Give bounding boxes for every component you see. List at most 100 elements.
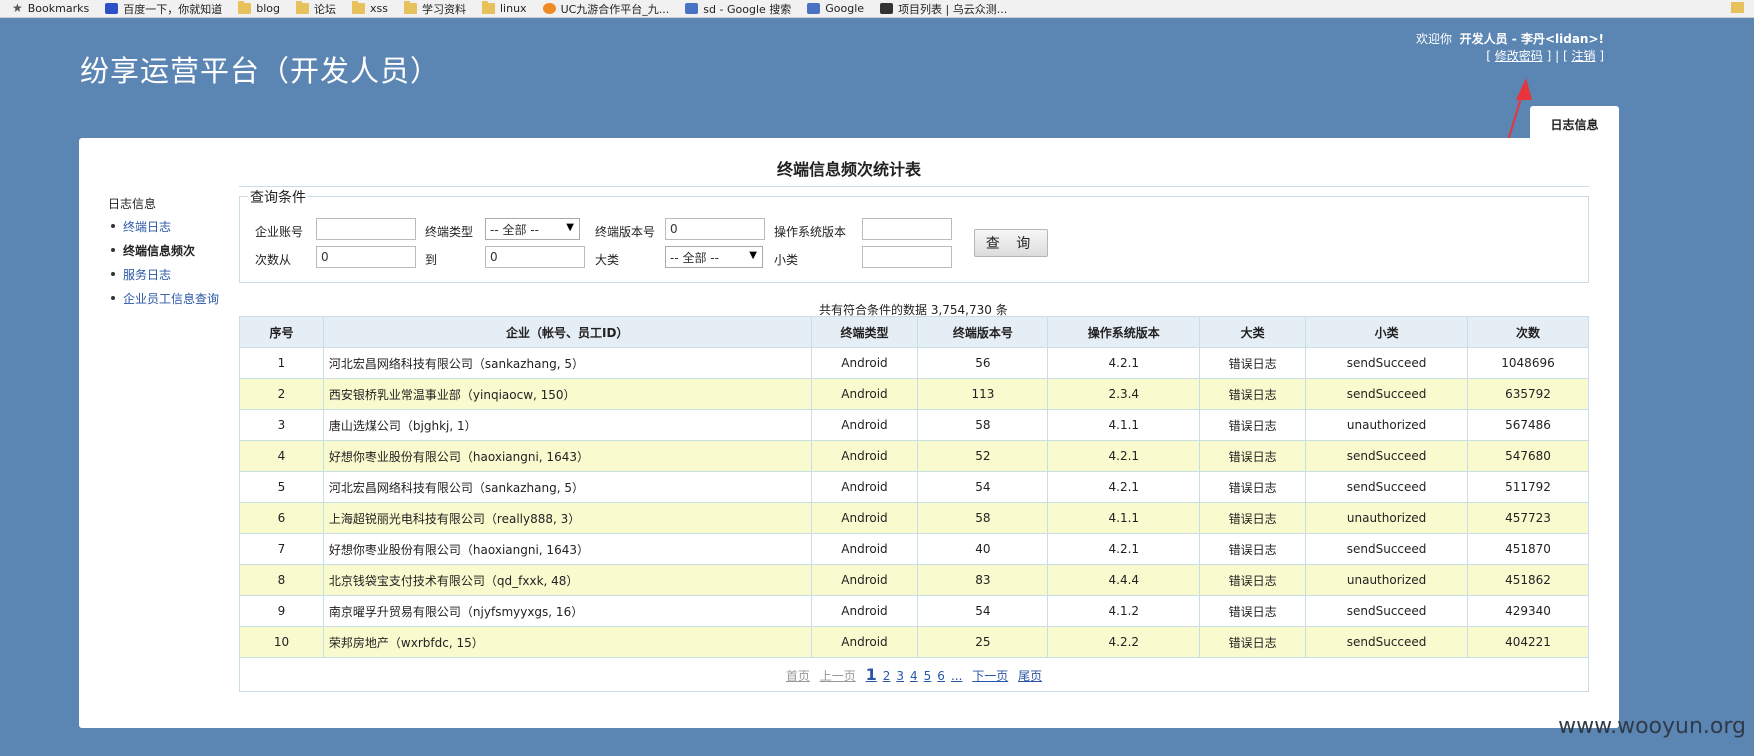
pager-page-link[interactable]: 6 [937,669,945,683]
cell-os-version: 4.1.1 [1047,409,1201,441]
os-version-input[interactable] [862,218,952,240]
sidebar-item-employee-query[interactable]: 企业员工信息查询 [108,290,219,307]
cell-count: 457723 [1467,502,1589,534]
col-header-terminal-version: 终端版本号 [917,316,1049,348]
count-from-input[interactable] [316,246,416,268]
cell-index: 6 [239,502,324,534]
cell-subcategory: sendSucceed [1305,471,1469,503]
table-row: 4 好想你枣业股份有限公司（haoxiangni, 1643） Android 52 4… [239,440,1589,472]
company-label: 企业账号 [255,225,304,239]
bookmark-label: UC九游合作平台_九... [560,2,670,16]
bookmark-label: Bookmarks [27,2,90,15]
dropdown-caret-icon: ▼ [566,222,574,233]
table-row: 5 河北宏昌网络科技有限公司（sankazhang, 5） Android 54 4.2… [239,471,1589,503]
cell-category: 错误日志 [1199,595,1307,627]
cell-terminal-version: 113 [917,378,1049,410]
page-title: 终端信息频次统计表 [776,160,921,179]
bookmark-bookmarks[interactable]: ★ Bookmarks [12,2,89,15]
bookmark-google[interactable]: Google [807,2,864,15]
baidu-icon [105,3,119,14]
bookmark-label: 论坛 [314,2,336,16]
bookmark-label: 学习资料 [421,2,466,16]
bookmark-linux[interactable]: linux [481,1,527,15]
bookmark-wooyun[interactable]: 项目列表 | 乌云众测... [880,1,1007,17]
category-value: -- 全部 -- [670,251,719,265]
bookmark-label: Google [825,2,865,15]
table-row: 10 荣邦房地产（wxrbfdc, 15） Android 25 4.2.2 错误日志 se… [239,626,1589,658]
terminal-type-label: 终端类型 [425,225,474,239]
pager-page-link[interactable]: 3 [896,669,904,683]
terminal-version-input[interactable] [665,218,765,240]
table-row: 1 河北宏昌网络科技有限公司（sankazhang, 5） Android 56 4.2… [239,347,1589,379]
pager-next[interactable]: 下一页 [972,669,1008,683]
bookmark-baidu[interactable]: 百度一下，你就知道 [105,1,222,17]
cell-index: 5 [239,471,324,503]
google-icon [807,3,821,14]
bookmark-xss[interactable]: xss [352,1,388,15]
cell-count: 451862 [1467,564,1589,596]
cell-subcategory: sendSucceed [1305,347,1469,379]
cell-company: 西安银桥乳业常温事业部（yinqiaocw, 150） [322,378,812,410]
bookmark-study[interactable]: 学习资料 [403,1,466,17]
cell-category: 错误日志 [1199,347,1307,379]
cell-subcategory: unauthorized [1305,409,1469,441]
pager-first[interactable]: 首页 [786,669,810,683]
cell-category: 错误日志 [1199,409,1307,441]
cell-count: 547680 [1467,440,1589,472]
folder-icon [352,1,365,14]
sidebar-item-service-log[interactable]: 服务日志 [108,266,219,283]
sidebar-item-terminal-frequency[interactable]: 终端信息频次 [108,242,219,259]
cell-terminal-type: Android [810,347,919,379]
bookmark-label: linux [499,2,527,15]
cell-count: 404221 [1467,626,1589,658]
bookmarks-bar: ★ Bookmarks 百度一下，你就知道 blog 论坛 xss 学习资料 l… [0,0,1754,18]
col-header-subcategory: 小类 [1305,316,1469,348]
pager-page-link[interactable]: 4 [910,669,918,683]
google-icon [685,3,699,14]
query-panel: 查询条件 企业账号 终端类型 -- 全部 -- ▼ 终端版本号 操作系统版本 次… [239,187,1589,283]
cell-subcategory: sendSucceed [1305,440,1469,472]
subcategory-input[interactable] [862,246,952,268]
watermark: www.wooyun.org [1558,714,1746,739]
cell-terminal-type: Android [810,378,919,410]
pager-page-link[interactable]: ... [951,669,962,683]
cell-company: 河北宏昌网络科技有限公司（sankazhang, 5） [322,347,812,379]
cell-category: 错误日志 [1199,471,1307,503]
cell-category: 错误日志 [1199,626,1307,658]
cell-terminal-type: Android [810,626,919,658]
cell-os-version: 4.2.2 [1047,626,1201,658]
cell-company: 好想你枣业股份有限公司（haoxiangni, 1643） [322,533,812,565]
cell-terminal-version: 56 [917,347,1049,379]
category-label: 大类 [595,253,620,267]
terminal-type-select[interactable]: -- 全部 -- ▼ [485,218,580,240]
category-select[interactable]: -- 全部 -- ▼ [665,246,763,268]
cell-index: 7 [239,533,324,565]
bookmark-google-search[interactable]: sd - Google 搜索 [685,1,791,17]
count-to-input[interactable] [485,246,585,268]
sidebar-item-terminal-log[interactable]: 终端日志 [108,218,219,235]
other-bookmarks-folder-icon[interactable] [1731,2,1744,13]
table-header-row: 序号 企业（帐号、员工ID） 终端类型 终端版本号 操作系统版本 大类 小类 次… [239,316,1589,348]
folder-icon [296,1,309,14]
count-from-label: 次数从 [255,253,292,267]
cell-company: 北京钱袋宝支付技术有限公司（qd_fxxk, 48） [322,564,812,596]
cell-count: 567486 [1467,409,1589,441]
results-table: 序号 企业（帐号、员工ID） 终端类型 终端版本号 操作系统版本 大类 小类 次… [239,316,1589,692]
bookmark-uc[interactable]: UC九游合作平台_九... [542,1,670,17]
company-input[interactable] [316,218,416,240]
pager-last[interactable]: 尾页 [1018,669,1042,683]
logout-link[interactable]: 注销 [1571,49,1595,63]
cell-index: 8 [239,564,324,596]
welcome-area: 欢迎你 开发人员 - 李丹<lidan>! [ 修改密码 ] | [ 注销 ] [1416,31,1604,65]
pager-page-link[interactable]: 2 [883,669,891,683]
search-button[interactable]: 查 询 [974,229,1048,257]
pager-prev[interactable]: 上一页 [820,669,856,683]
bookmark-label: sd - Google 搜索 [703,2,792,16]
pager-page-link[interactable]: 5 [924,669,932,683]
pager-page-link[interactable]: 1 [866,665,877,684]
bookmark-forum[interactable]: 论坛 [296,1,336,17]
cell-os-version: 4.2.1 [1047,347,1201,379]
cell-subcategory: sendSucceed [1305,595,1469,627]
change-password-link[interactable]: 修改密码 [1495,49,1543,63]
bookmark-blog[interactable]: blog [238,1,280,15]
